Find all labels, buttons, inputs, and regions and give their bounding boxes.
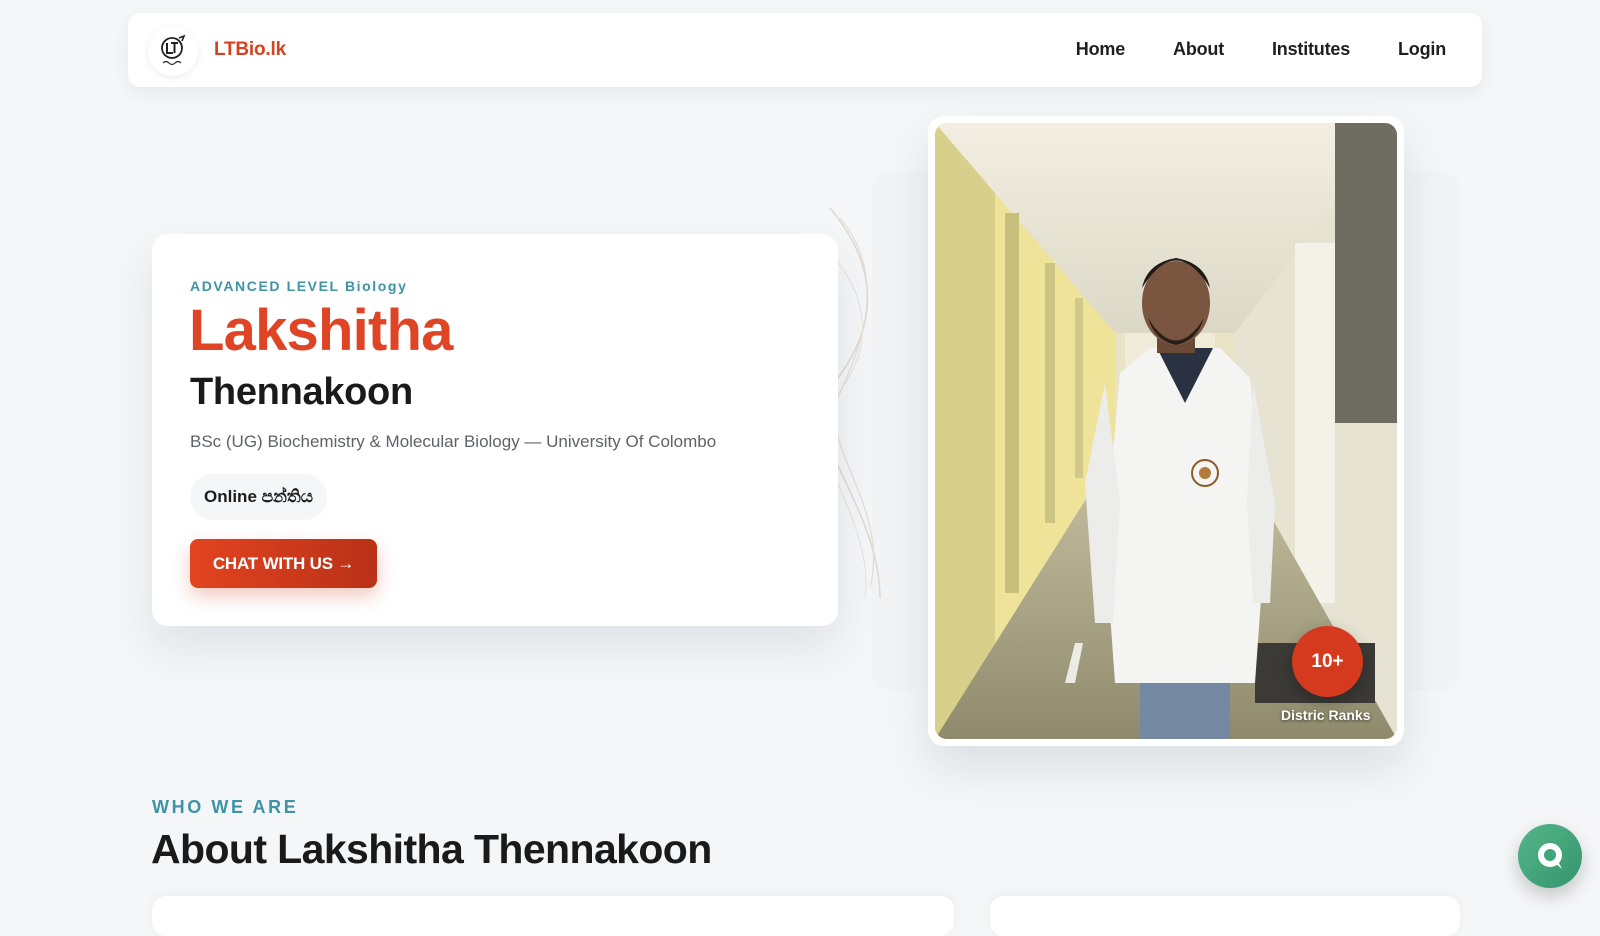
- about-card-right: [990, 896, 1460, 936]
- hero-card: ADVANCED LEVEL Biology Lakshitha Thennak…: [152, 234, 838, 626]
- chat-bubble-icon: [1538, 843, 1562, 869]
- hero-degree: BSc (UG) Biochemistry & Molecular Biolog…: [190, 432, 717, 451]
- site-logo[interactable]: [148, 26, 198, 76]
- chat-widget-button[interactable]: [1518, 824, 1582, 888]
- about-title: About Lakshitha Thennakoon: [151, 826, 712, 872]
- nav-login[interactable]: Login: [1398, 39, 1446, 60]
- hero-first-name: Lakshitha: [189, 298, 453, 363]
- about-eyebrow: WHO WE ARE: [152, 797, 299, 817]
- nav-about[interactable]: About: [1173, 39, 1224, 60]
- main-nav: Home About Institutes Login: [1076, 39, 1446, 60]
- brand-name[interactable]: LTBio.lk: [214, 39, 286, 61]
- rank-badge: 10+: [1292, 626, 1363, 697]
- hero-last-name: Thennakoon: [190, 371, 413, 413]
- navbar: LTBio.lk Home About Institutes Login: [128, 13, 1482, 87]
- lt-monogram-icon: [161, 34, 186, 66]
- chat-with-us-button[interactable]: CHAT WITH US →: [190, 539, 377, 588]
- about-card-left: [152, 896, 954, 936]
- nav-home[interactable]: Home: [1076, 39, 1125, 60]
- online-class-pill: Online පන්තිය: [190, 474, 327, 520]
- rank-badge-label: Distric Ranks: [1281, 707, 1371, 723]
- nav-institutes[interactable]: Institutes: [1272, 39, 1350, 60]
- hero-eyebrow: ADVANCED LEVEL Biology: [190, 278, 408, 294]
